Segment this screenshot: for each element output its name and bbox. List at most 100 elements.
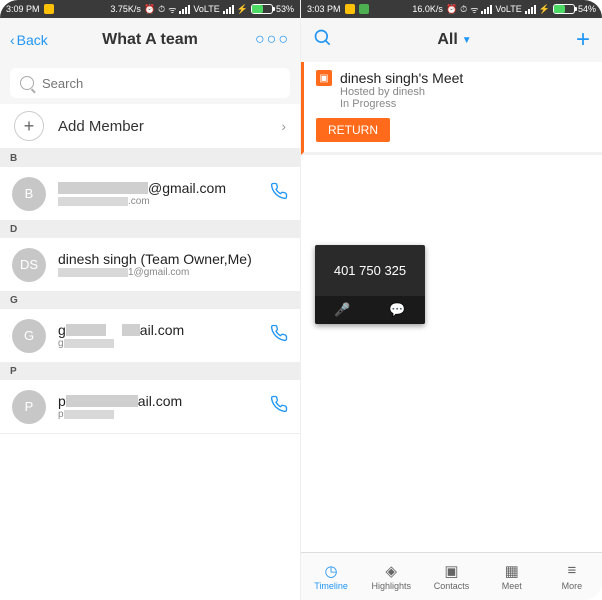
signal-icon (179, 5, 190, 14)
avatar: P (12, 390, 46, 424)
bottom-nav: ◷ Timeline ◈ Highlights ▣ Contacts ▦ Mee… (301, 552, 602, 600)
alarm-icon: ⏰ (446, 4, 457, 15)
search-input[interactable] (42, 76, 280, 91)
avatar: B (12, 177, 46, 211)
app-indicator-icon (345, 4, 355, 14)
app-indicator2-icon (359, 4, 369, 14)
status-bar-left: 3:09 PM 3.75K/s ⏰ ⏱ ᯤ VoLTE ⚡ 53% (0, 0, 300, 18)
calendar-icon: ▣ (316, 70, 332, 86)
header-left: ‹ Back What A team ○○○ (0, 18, 300, 62)
plus-icon: + (14, 111, 44, 141)
phone-icon[interactable] (270, 182, 288, 205)
meeting-state: In Progress (340, 98, 590, 110)
email-tail: ail.com (138, 393, 182, 409)
mic-button[interactable]: 🎤 (315, 296, 370, 324)
redacted (64, 410, 114, 419)
section-d: D (0, 221, 300, 238)
section-p: P (0, 363, 300, 380)
redacted (58, 268, 128, 277)
add-button[interactable]: + (576, 26, 590, 54)
add-member-row[interactable]: + Add Member › (0, 104, 300, 150)
redacted (58, 197, 128, 206)
nav-label: Timeline (314, 581, 348, 591)
search-button[interactable] (313, 28, 333, 53)
contact-row-d[interactable]: DS dinesh singh (Team Owner,Me) 1@gmail.… (0, 238, 300, 292)
search-icon (20, 76, 34, 90)
nav-label: Meet (502, 581, 522, 591)
redacted (66, 395, 138, 407)
alarm-icon: ⏰ (144, 4, 155, 15)
redacted (122, 324, 140, 336)
chat-icon: 💬 (389, 302, 405, 317)
status-bar-right: 3:03 PM 16.0K/s ⏰ ⏱ ᯤ VoLTE ⚡ 54% (301, 0, 602, 18)
charge-icon: ⚡ (237, 4, 248, 15)
name-head: p (58, 393, 66, 409)
redacted (64, 339, 114, 348)
contact-name: dinesh singh (Team Owner,Me) (58, 251, 288, 267)
meeting-host: Hosted by dinesh (340, 86, 590, 98)
nav-meet[interactable]: ▦ Meet (482, 553, 542, 600)
battery-pct: 54% (578, 4, 596, 14)
more-icon: ≡ (568, 562, 577, 579)
signal-icon (481, 5, 492, 14)
status-speed: 3.75K/s (110, 4, 141, 14)
meet-icon: ▦ (505, 562, 519, 579)
email-tail: @gmail.com (148, 180, 226, 196)
nav-contacts[interactable]: ▣ Contacts (421, 553, 481, 600)
volte-label: VoLTE (193, 4, 219, 14)
nav-label: Contacts (434, 581, 470, 591)
avatar: DS (12, 248, 46, 282)
app-indicator-icon (44, 4, 54, 14)
battery-pct: 53% (276, 4, 294, 14)
more-button[interactable]: ○○○ (255, 31, 290, 49)
contact-row-b[interactable]: B @gmail.com .com (0, 167, 300, 221)
email-tail: ail.com (140, 322, 184, 338)
chevron-left-icon: ‹ (10, 32, 15, 48)
redacted (58, 182, 148, 194)
header-right: All ▼ + (301, 18, 602, 62)
nav-highlights[interactable]: ◈ Highlights (361, 553, 421, 600)
battery-icon (553, 4, 575, 14)
filter-dropdown[interactable]: All ▼ (333, 31, 576, 49)
search-field[interactable] (10, 68, 290, 98)
meeting-title: dinesh singh's Meet (340, 70, 463, 86)
status-speed: 16.0K/s (412, 4, 443, 14)
meeting-code: 401 750 325 (315, 245, 425, 296)
battery-icon (251, 4, 273, 14)
chat-button[interactable]: 💬 (370, 296, 425, 324)
nav-timeline[interactable]: ◷ Timeline (301, 553, 361, 600)
phone-icon[interactable] (270, 395, 288, 418)
floating-widget[interactable]: 401 750 325 🎤 💬 (315, 245, 425, 324)
filter-label: All (437, 31, 457, 49)
name-head: g (58, 322, 66, 338)
status-time: 3:09 PM (6, 4, 40, 14)
clock-icon: ⏱ (158, 4, 165, 15)
mic-icon: 🎤 (334, 302, 350, 317)
back-button[interactable]: ‹ Back (10, 32, 48, 48)
nav-more[interactable]: ≡ More (542, 553, 602, 600)
add-member-label: Add Member (58, 118, 267, 135)
contacts-icon: ▣ (444, 562, 458, 579)
search-container (0, 62, 300, 104)
return-button[interactable]: RETURN (316, 118, 390, 142)
nav-label: More (562, 581, 583, 591)
signal2-icon (525, 5, 536, 14)
contact-row-g[interactable]: G gail.com g (0, 309, 300, 363)
sub-tail: 1@gmail.com (128, 267, 189, 278)
charge-icon: ⚡ (539, 4, 550, 15)
phone-icon[interactable] (270, 324, 288, 347)
redacted (66, 324, 106, 336)
back-label: Back (17, 32, 48, 48)
avatar: G (12, 319, 46, 353)
volte-label: VoLTE (495, 4, 521, 14)
highlights-icon: ◈ (386, 562, 398, 579)
signal2-icon (223, 5, 234, 14)
chevron-right-icon: › (281, 118, 286, 134)
wifi-icon: ᯤ (470, 3, 478, 16)
wifi-icon: ᯤ (168, 3, 176, 16)
meeting-card[interactable]: ▣ dinesh singh's Meet Hosted by dinesh I… (301, 62, 602, 155)
chevron-down-icon: ▼ (462, 35, 472, 46)
nav-label: Highlights (372, 581, 412, 591)
status-time: 3:03 PM (307, 4, 341, 14)
contact-row-p[interactable]: P pail.com p (0, 380, 300, 434)
